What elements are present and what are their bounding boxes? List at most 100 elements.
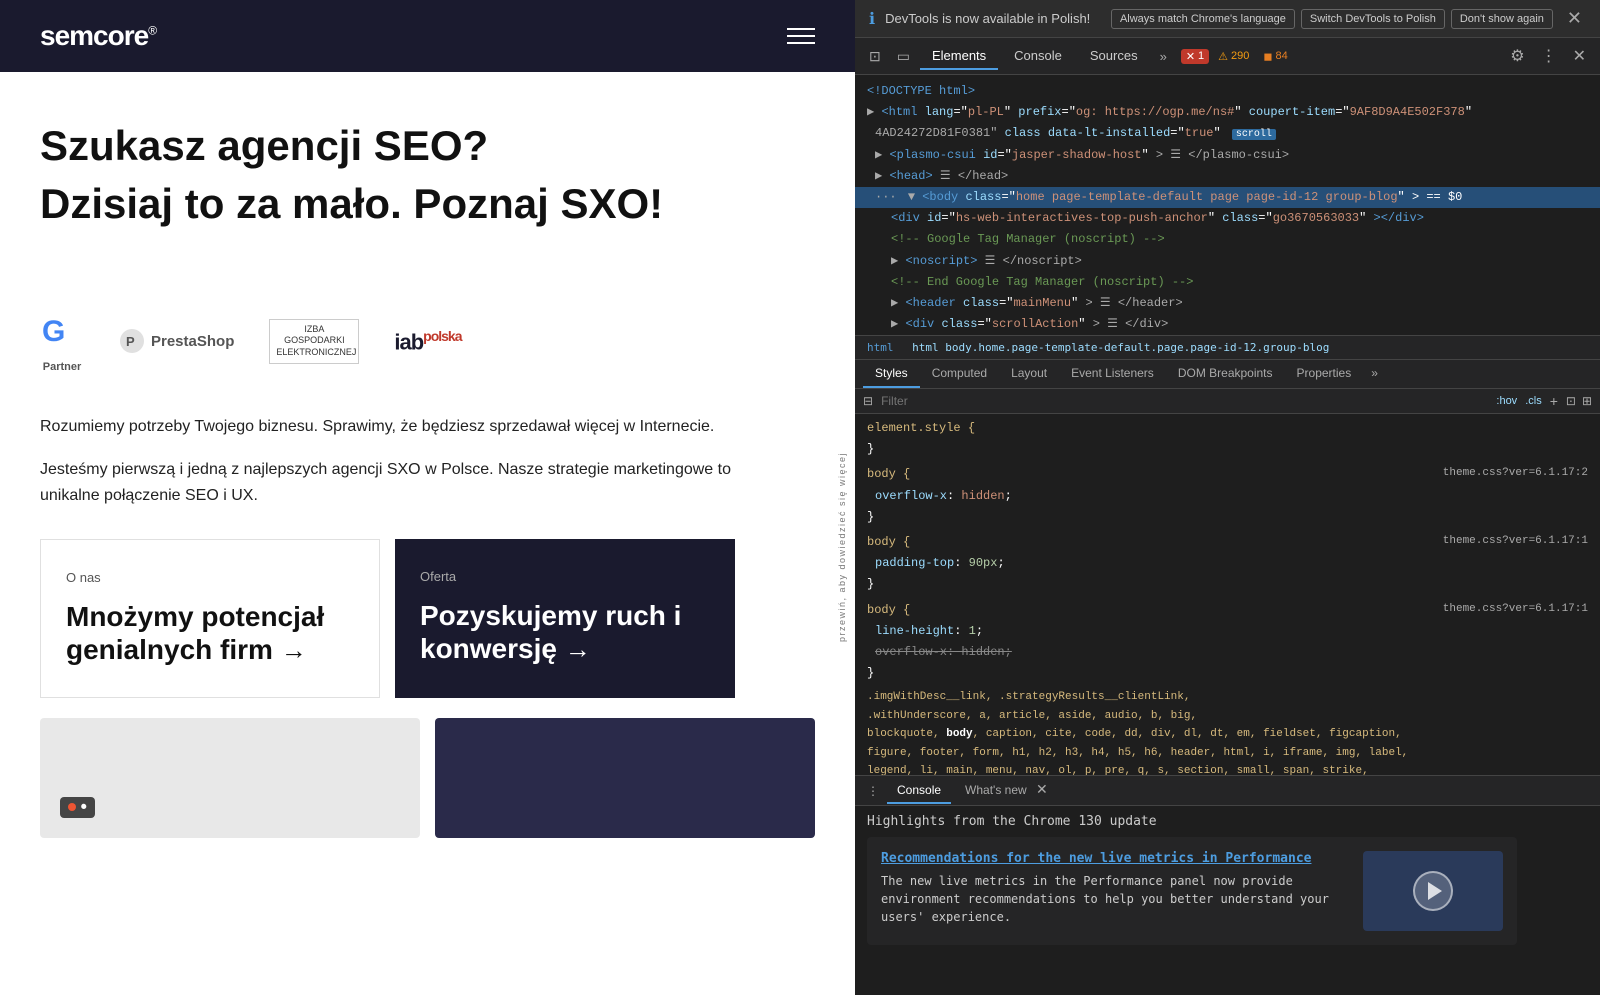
card2-label: Oferta: [420, 569, 710, 584]
rec-dot: [68, 803, 76, 811]
banner-close-btn[interactable]: ✕: [1563, 8, 1586, 29]
whatsnew-close-btn[interactable]: ✕: [1030, 777, 1054, 801]
more-tabs-icon[interactable]: »: [1154, 44, 1173, 69]
dom-body: ··· ▼ <body class="home page-template-de…: [855, 187, 1600, 208]
bottom-tabs: ⋮ Console What's new ✕: [855, 776, 1600, 806]
play-button[interactable]: [1413, 871, 1453, 911]
dom-plasmo: ▶ <plasmo-csui id="jasper-shadow-host" >…: [855, 145, 1600, 166]
hero-title-2: Dzisiaj to za mało. Poznaj SXO!: [40, 180, 815, 228]
card-offer[interactable]: Oferta Pozyskujemy ruch i konwersję →: [395, 539, 735, 698]
tab-whatsnew[interactable]: What's new ✕: [955, 776, 1064, 805]
filter-icon: ⊟: [863, 394, 873, 408]
tab-sources[interactable]: Sources: [1078, 43, 1150, 70]
whatsnew-thumbnail: [1363, 851, 1503, 931]
info-banner-text: DevTools is now available in Polish!: [885, 11, 1101, 26]
styles-filter-bar: ⊟ :hov .cls + ⊡ ⊞: [855, 389, 1600, 414]
devtools-panel: ℹ DevTools is now available in Polish! A…: [855, 0, 1600, 995]
dom-head: ▶ <head> ☰ </head>: [855, 166, 1600, 187]
warn-badge: ⚠ 290: [1213, 49, 1254, 64]
subtab-layout[interactable]: Layout: [999, 360, 1059, 388]
match-language-btn[interactable]: Always match Chrome's language: [1111, 9, 1295, 29]
bottom-images: ⏺: [40, 718, 815, 838]
css-rule-long-selector: .imgWithDesc__link, .strategyResults__cl…: [855, 688, 1600, 775]
site-header: semcore®: [0, 0, 855, 72]
dom-tree: <!DOCTYPE html> ▶ <html lang="pl-PL" pre…: [855, 75, 1600, 335]
dom-doctype: <!DOCTYPE html>: [855, 81, 1600, 102]
dom-breadcrumb: html html body.home.page-template-defaul…: [855, 335, 1600, 360]
copy-icon[interactable]: ⊡: [1566, 394, 1576, 408]
image-placeholder-2: [435, 718, 815, 838]
subtab-styles[interactable]: Styles: [863, 360, 920, 388]
hero-title-1: Szukasz agencji SEO?: [40, 122, 815, 170]
body-text-2: Jesteśmy pierwszą i jedną z najlepszych …: [0, 449, 800, 518]
css-rule-element-style: element.style { }: [855, 418, 1600, 460]
body-text-1: Rozumiemy potrzeby Twojego biznesu. Spra…: [0, 394, 800, 450]
card2-title: Pozyskujemy ruch i konwersję →: [420, 599, 710, 666]
filter-cls-btn[interactable]: .cls: [1525, 395, 1542, 407]
bottom-panel: ⋮ Console What's new ✕ Highlights from t…: [855, 775, 1600, 995]
dom-comment-gtm: <!-- Google Tag Manager (noscript) -->: [855, 229, 1600, 250]
card-about[interactable]: O nas Mnożymy potencjał genialnych firm …: [40, 539, 380, 698]
image-placeholder-1: ⏺: [40, 718, 420, 838]
dom-comment-end-gtm: <!-- End Google Tag Manager (noscript) -…: [855, 272, 1600, 293]
subtab-computed[interactable]: Computed: [920, 360, 999, 388]
info-icon: ℹ: [869, 9, 875, 29]
vertical-scroll-text: przewiń, aby dowiedzieć się więcej: [837, 452, 847, 642]
css-rules: element.style { } body { theme.css?ver=6…: [855, 414, 1600, 775]
css-rule-body-2: body { theme.css?ver=6.1.17:1 padding-to…: [855, 532, 1600, 596]
filter-hov-btn[interactable]: :hov: [1496, 395, 1517, 407]
card2-arrow[interactable]: →: [565, 634, 591, 665]
subtab-more[interactable]: »: [1363, 360, 1386, 388]
whatsnew-description: The new live metrics in the Performance …: [881, 872, 1351, 926]
css-rule-body-1: body { theme.css?ver=6.1.17:2 overflow-x…: [855, 464, 1600, 528]
bottom-settings-icon[interactable]: ⋮: [863, 779, 883, 803]
website-panel: semcore® Szukasz agencji SEO? Dzisiaj to…: [0, 0, 855, 995]
info-buttons: Always match Chrome's language Switch De…: [1111, 9, 1553, 29]
dom-div-scroll: ▶ <div class="scrollAction" > ☰ </div>: [855, 314, 1600, 335]
prestashop-logo: P PrestaShop: [119, 328, 234, 354]
recording-badge: ⏺: [60, 797, 95, 818]
devtools-info-banner: ℹ DevTools is now available in Polish! A…: [855, 0, 1600, 38]
card1-label: O nas: [66, 570, 354, 585]
hamburger-menu[interactable]: [787, 28, 815, 44]
svg-text:P: P: [126, 334, 135, 349]
site-logo: semcore®: [40, 20, 156, 52]
subtab-properties[interactable]: Properties: [1285, 360, 1364, 388]
subtab-dom-breakpoints[interactable]: DOM Breakpoints: [1166, 360, 1285, 388]
cards-row: O nas Mnożymy potencjał genialnych firm …: [0, 519, 855, 718]
inspect-icon[interactable]: ⊡: [863, 44, 887, 69]
dont-show-btn[interactable]: Don't show again: [1451, 9, 1553, 29]
settings-icon[interactable]: ⚙: [1504, 42, 1530, 70]
console-content: Highlights from the Chrome 130 update Re…: [855, 806, 1600, 995]
whatsnew-heading[interactable]: Recommendations for the new live metrics…: [881, 851, 1351, 866]
dom-item: 4AD24272D81F0381" class data-lt-installe…: [855, 123, 1600, 144]
card1-title: Mnożymy potencjał genialnych firm →: [66, 600, 354, 667]
google-partner-logo: G Partner: [40, 309, 84, 374]
dom-html: ▶ <html lang="pl-PL" prefix="og: https:/…: [855, 102, 1600, 123]
styles-filter-input[interactable]: [881, 394, 1488, 408]
subtab-event-listeners[interactable]: Event Listeners: [1059, 360, 1166, 388]
izba-logo: IZBAGOSPODARKIELEKTRONICZNEJ: [269, 319, 359, 364]
iab-logo: iabpolska: [394, 328, 461, 355]
debug-badge: ◼ 84: [1258, 49, 1292, 64]
dom-noscript: ▶ <noscript> ☰ </noscript>: [855, 251, 1600, 272]
svg-text:G: G: [42, 315, 65, 348]
close-devtools-icon[interactable]: ✕: [1567, 42, 1592, 70]
switch-polish-btn[interactable]: Switch DevTools to Polish: [1301, 9, 1445, 29]
console-highlights-title: Highlights from the Chrome 130 update: [867, 814, 1588, 829]
tab-elements[interactable]: Elements: [920, 43, 998, 70]
device-icon[interactable]: ▭: [891, 44, 916, 69]
hero-section: Szukasz agencji SEO? Dzisiaj to za mało.…: [0, 72, 855, 289]
add-style-btn[interactable]: +: [1550, 393, 1558, 409]
devtools-toolbar: ⊡ ▭ Elements Console Sources » ✕ 1 ⚠ 290…: [855, 38, 1600, 75]
styles-subtabs: Styles Computed Layout Event Listeners D…: [855, 360, 1600, 389]
layout-icon[interactable]: ⊞: [1582, 394, 1592, 408]
error-badge: ✕ 1: [1181, 49, 1209, 64]
styles-panel: Styles Computed Layout Event Listeners D…: [855, 360, 1600, 775]
tab-console-bottom[interactable]: Console: [887, 778, 951, 804]
tab-console[interactable]: Console: [1002, 43, 1074, 70]
more-options-icon[interactable]: ⋮: [1535, 42, 1563, 70]
card1-arrow[interactable]: →: [281, 635, 307, 666]
css-rule-body-3: body { theme.css?ver=6.1.17:1 line-heigh…: [855, 600, 1600, 685]
whatsnew-card: Recommendations for the new live metrics…: [867, 837, 1517, 945]
